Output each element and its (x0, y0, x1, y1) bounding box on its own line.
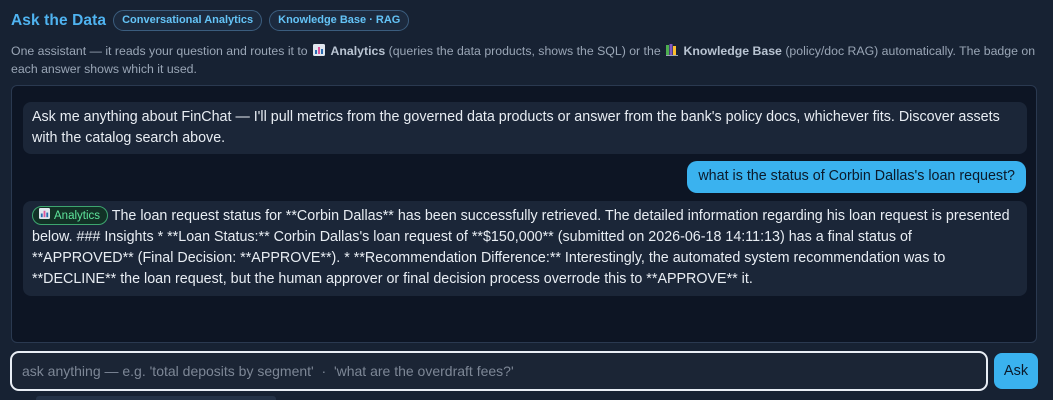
description-text-1: One assistant — it reads your question a… (11, 44, 308, 58)
user-message: what is the status of Corbin Dallas's lo… (687, 161, 1026, 193)
message-text: Ask me anything about FinChat — I'll pul… (32, 109, 1000, 146)
bar-chart-icon (39, 208, 50, 223)
message-text: what is the status of Corbin Dallas's lo… (698, 168, 1015, 184)
route-badge-analytics: Analytics (32, 206, 109, 225)
composer: Ask (10, 351, 1040, 393)
header: Ask the Data Conversational Analytics Kn… (11, 10, 1042, 31)
description-text-2: (queries the data products, shows the SQ… (388, 44, 661, 58)
message-text: The loan request status for **Corbin Dal… (32, 208, 1010, 287)
ask-button[interactable]: Ask (994, 353, 1038, 389)
books-icon (666, 43, 679, 56)
chat-transcript[interactable]: Ask me anything about FinChat — I'll pul… (11, 85, 1037, 343)
tag-conversational-analytics: Conversational Analytics (113, 10, 263, 31)
bar-chart-icon (313, 43, 326, 56)
page-title: Ask the Data (11, 11, 107, 29)
chat-input[interactable] (10, 351, 988, 391)
assistant-message: Ask me anything about FinChat — I'll pul… (23, 102, 1027, 154)
analytics-label: Analytics (330, 44, 386, 58)
description: One assistant — it reads your question a… (11, 42, 1041, 78)
tag-knowledge-base: Knowledge Base · RAG (269, 10, 410, 31)
divider (36, 396, 276, 400)
knowledge-base-label: Knowledge Base (683, 44, 782, 58)
badge-label: Analytics (54, 209, 101, 222)
assistant-message: Analytics The loan request status for **… (23, 201, 1027, 296)
